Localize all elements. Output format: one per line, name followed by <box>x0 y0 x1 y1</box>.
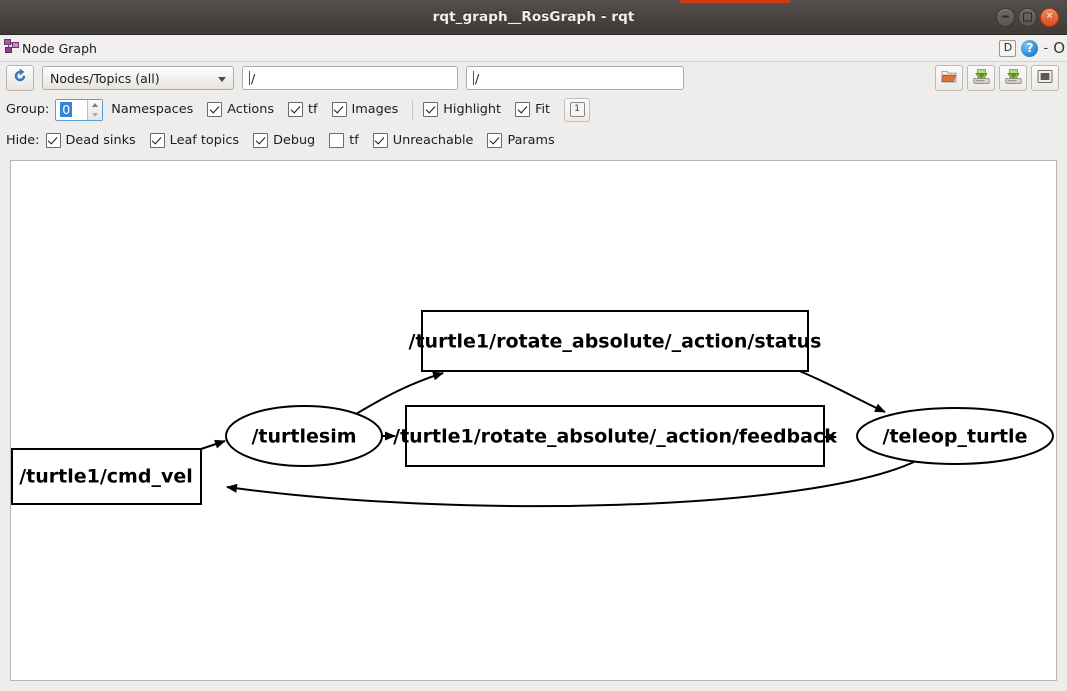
graph-node-label: /turtle1/rotate_absolute/_action/status <box>409 331 822 353</box>
maximize-button[interactable] <box>1018 7 1037 27</box>
group-options-row: Group: 0 Namespaces Actions tf Images Hi… <box>0 94 1067 125</box>
zoom-reset-label: 1 <box>569 102 585 117</box>
checkbox-fit[interactable]: Fit <box>515 102 550 117</box>
checkbox-hide-tf[interactable]: tf <box>329 133 359 148</box>
refresh-icon <box>12 68 28 88</box>
graph-node-cmd_vel[interactable]: /turtle1/cmd_vel <box>11 448 202 505</box>
node-graph-icon <box>4 38 19 58</box>
plugin-header-bar: Node Graph D ? - O <box>0 35 1067 62</box>
save-disk-icon <box>1004 68 1022 88</box>
checkbox-leaf-topics[interactable]: Leaf topics <box>149 133 240 148</box>
window-controls: ✕ <box>996 0 1059 34</box>
checkbox-unreachable[interactable]: Unreachable <box>372 133 474 148</box>
node-filter-input[interactable]: / <box>466 66 684 90</box>
graph-node-label: /teleop_turtle <box>883 426 1028 448</box>
window-titlebar[interactable]: rqt_graph__RosGraph - rqt ✕ <box>0 0 1067 35</box>
text-caret <box>473 71 474 85</box>
minimize-plugin-icon[interactable]: - <box>1043 41 1048 56</box>
ros-graph-canvas[interactable]: /turtle1/cmd_vel /turtlesim /turtle1/rot… <box>10 160 1057 681</box>
plugin-title: Node Graph <box>22 40 97 56</box>
graph-filter-combo-value: Nodes/Topics (all) <box>50 70 160 86</box>
checkbox-dead-sinks[interactable]: Dead sinks <box>45 133 136 148</box>
checkbox-params[interactable]: Params <box>487 133 555 148</box>
topic-filter-input[interactable]: / <box>242 66 458 90</box>
namespace-depth-spinner[interactable]: 0 <box>55 98 104 121</box>
help-icon[interactable]: ? <box>1021 39 1039 57</box>
hide-options-row: Hide: Dead sinks Leaf topics Debug tf Un… <box>0 125 1067 156</box>
checkbox-images[interactable]: Images <box>331 102 399 117</box>
checkbox-label: Actions <box>227 102 274 117</box>
checkbox-box <box>331 102 347 117</box>
graph-node-turtlesim[interactable]: /turtlesim <box>225 405 383 467</box>
graph-node-label: /turtle1/rotate_absolute/_action/feedbac… <box>393 426 837 448</box>
checkbox-box <box>423 102 439 117</box>
checkbox-label: Dead sinks <box>65 133 136 148</box>
graph-nodes[interactable]: /turtle1/cmd_vel /turtlesim /turtle1/rot… <box>11 310 1054 505</box>
load-dot-button[interactable] <box>935 65 963 91</box>
refresh-button[interactable] <box>6 65 34 91</box>
graph-node-label: /turtle1/cmd_vel <box>19 466 193 488</box>
namespaces-label: Namespaces <box>111 102 194 117</box>
edge-teleop-to-cmd_vel <box>226 460 917 508</box>
checkbox-label: tf <box>308 102 318 117</box>
graph-node-feedback[interactable]: /turtle1/rotate_absolute/_action/feedbac… <box>393 405 837 467</box>
float-plugin-icon[interactable]: O <box>1053 39 1065 57</box>
checkbox-box <box>515 102 531 117</box>
checkbox-box <box>288 102 303 117</box>
graph-toolbar: Nodes/Topics (all) / / <box>0 62 1067 94</box>
chevron-down-icon <box>218 77 226 82</box>
save-dot-button[interactable] <box>967 65 995 91</box>
fit-in-view-button[interactable] <box>1031 65 1059 91</box>
toolbar-separator <box>412 99 414 120</box>
text-caret <box>249 71 250 85</box>
folder-open-icon <box>941 69 957 88</box>
checkbox-highlight[interactable]: Highlight <box>423 102 501 117</box>
checkbox-actions[interactable]: Actions <box>207 102 274 117</box>
spinner-down-icon <box>92 112 99 117</box>
ros-graph-svg[interactable]: /turtle1/cmd_vel /turtlesim /turtle1/rot… <box>11 161 1056 681</box>
checkbox-label: Fit <box>535 102 551 117</box>
toolbar-action-buttons <box>935 65 1061 91</box>
graph-filter-combo[interactable]: Nodes/Topics (all) <box>42 66 234 90</box>
zoom-reset-button[interactable]: 1 <box>564 97 591 122</box>
edge-cmd_vel-to-turtlesim <box>200 439 226 450</box>
checkbox-label: Debug <box>273 133 316 148</box>
checkbox-box <box>253 133 269 148</box>
topic-filter-value: / <box>251 70 256 86</box>
checkbox-debug[interactable]: Debug <box>253 133 315 148</box>
spinner-arrows[interactable] <box>87 99 103 120</box>
plugin-header-controls: D ? - O <box>999 35 1067 61</box>
checkbox-box <box>207 102 223 117</box>
namespace-depth-value: 0 <box>60 102 73 117</box>
hide-label: Hide: <box>6 133 40 148</box>
checkbox-label: Leaf topics <box>169 133 240 148</box>
node-filter-value: / <box>475 70 480 86</box>
checkbox-label: Params <box>507 133 555 148</box>
checkbox-label: Highlight <box>443 102 502 117</box>
graph-node-teleop_turtle[interactable]: /teleop_turtle <box>856 407 1054 465</box>
checkbox-box <box>372 133 388 148</box>
group-label: Group: <box>6 102 50 117</box>
checkbox-box <box>45 133 61 148</box>
checkbox-tf-group[interactable]: tf <box>288 102 318 117</box>
graph-node-status[interactable]: /turtle1/rotate_absolute/_action/status <box>409 310 822 372</box>
window-title: rqt_graph__RosGraph - rqt <box>432 9 635 25</box>
dock-button[interactable]: D <box>999 39 1017 57</box>
save-disk-icon <box>972 68 990 88</box>
checkbox-label: tf <box>349 133 359 148</box>
rqt-main-window: rqt_graph__RosGraph - rqt ✕ Node Graph D… <box>0 0 1067 691</box>
checkbox-box <box>487 133 503 148</box>
minimize-button[interactable] <box>996 7 1015 27</box>
close-button[interactable]: ✕ <box>1040 7 1059 27</box>
checkbox-label: Unreachable <box>392 133 474 148</box>
titlebar-accent-strip <box>680 0 790 3</box>
screen-icon <box>1037 69 1053 88</box>
checkbox-label: Images <box>351 102 399 117</box>
save-image-button[interactable] <box>999 65 1027 91</box>
checkbox-box <box>149 133 165 148</box>
spinner-up-icon <box>92 102 99 107</box>
graph-node-label: /turtlesim <box>251 426 356 448</box>
checkbox-box <box>329 133 345 148</box>
